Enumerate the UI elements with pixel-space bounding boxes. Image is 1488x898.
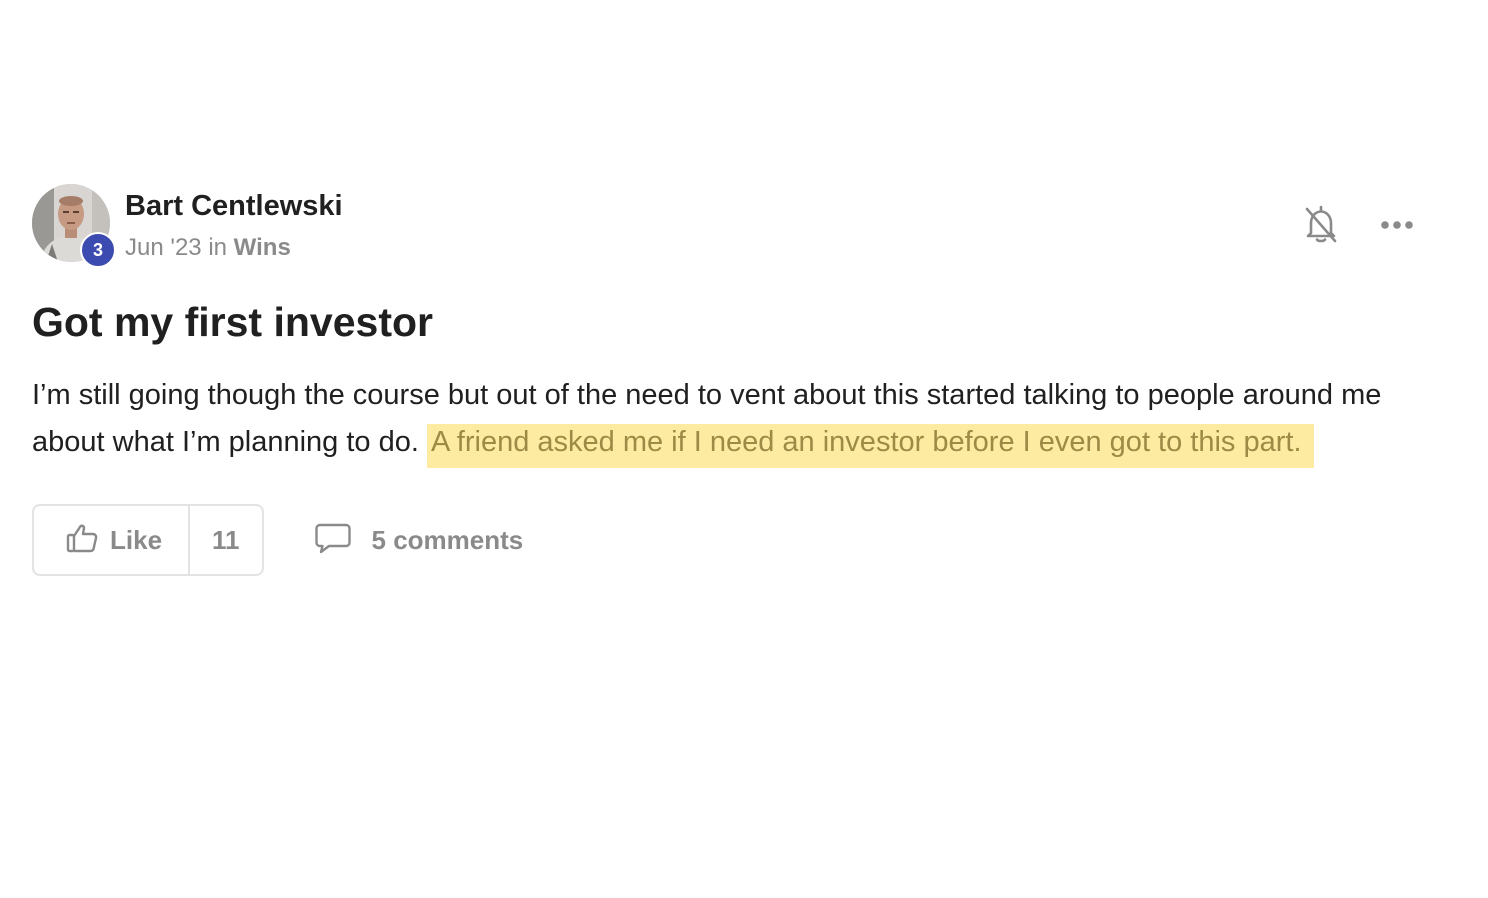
highlighted-text: A friend asked me if I need an investor … <box>427 424 1314 468</box>
notifications-toggle-button[interactable] <box>1300 204 1342 248</box>
header-actions <box>1300 204 1418 248</box>
more-horizontal-icon <box>1380 217 1414 235</box>
like-label: Like <box>110 524 163 555</box>
category-link[interactable]: Wins <box>234 234 291 261</box>
comments-link[interactable]: 5 comments <box>314 522 524 559</box>
author-name[interactable]: Bart Centlewski <box>125 190 343 223</box>
bell-off-icon <box>1304 204 1338 249</box>
post-date[interactable]: Jun '23 <box>125 234 202 261</box>
post-actions: Like 11 5 comments <box>32 504 1444 576</box>
meta-in-word: in <box>208 234 227 261</box>
thumbs-up-icon <box>66 523 98 558</box>
level-badge: 3 <box>80 232 116 268</box>
author-avatar-wrapper[interactable]: 3 <box>32 184 116 268</box>
like-group: Like 11 <box>32 504 264 576</box>
like-count[interactable]: 11 <box>190 506 262 574</box>
comment-icon <box>314 522 352 559</box>
more-options-button[interactable] <box>1376 204 1418 248</box>
like-button[interactable]: Like <box>34 506 191 574</box>
post-body: I’m still going though the course but ou… <box>32 372 1444 468</box>
post-meta: Jun '23 in Wins <box>125 234 291 262</box>
post-card: 3 Bart Centlewski Jun '23 in Wins Got my… <box>32 184 1444 576</box>
post-title[interactable]: Got my first investor <box>32 294 1444 350</box>
post-header: 3 Bart Centlewski Jun '23 in Wins <box>32 184 1444 268</box>
comments-count-label: 5 comments <box>371 524 524 555</box>
